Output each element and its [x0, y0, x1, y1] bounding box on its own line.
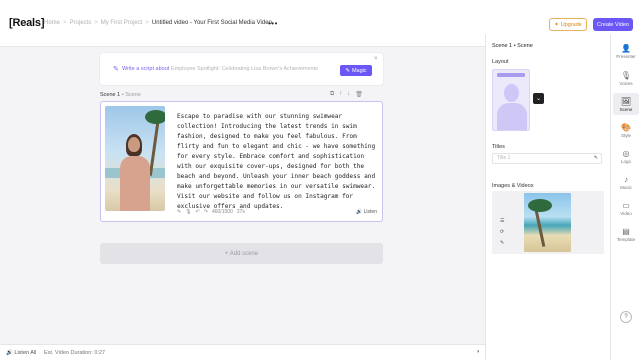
scene-toolbar: ⧉ ↑ ↓ 🗑: [330, 91, 363, 98]
scene-properties-panel: Scene 1 • Scene Layout ⌄ Titles Title 1 …: [485, 34, 610, 360]
magic-wand-icon: ✎: [345, 67, 350, 74]
scene-label: Scene 1 • Scene: [100, 92, 141, 98]
breadcrumb-project[interactable]: My First Project: [101, 20, 143, 26]
undo-icon[interactable]: ↶: [196, 209, 200, 215]
scene-thumbnail[interactable]: [105, 106, 165, 211]
magic-button[interactable]: ✎ Magic: [340, 65, 372, 76]
listen-all-label: Listen All: [14, 349, 37, 356]
settings-icon[interactable]: ◑: [476, 349, 480, 355]
delete-icon[interactable]: 🗑: [355, 91, 363, 98]
scene-duration: 27s: [236, 209, 245, 215]
listen-label: Listen: [363, 209, 377, 215]
scene-number: Scene 1: [100, 92, 121, 98]
rail-item-style[interactable]: 🎨 Style: [613, 119, 639, 141]
side-rail: 👤 Presenter 🎙 Voices 🖼 Scene 🎨 Style ◎ L…: [610, 34, 640, 360]
character-count: 460/1500: [211, 209, 233, 215]
breadcrumb-separator: >: [94, 20, 98, 26]
rail-item-voices[interactable]: 🎙 Voices: [613, 67, 639, 89]
close-icon[interactable]: ×: [374, 56, 378, 62]
more-options-icon[interactable]: •••: [268, 19, 278, 28]
magic-wand-icon[interactable]: ✎: [177, 209, 181, 215]
chevron-down-icon[interactable]: ⌄: [533, 93, 544, 104]
duplicate-icon[interactable]: ⧉: [330, 91, 334, 98]
rail-item-presenter[interactable]: 👤 Presenter: [613, 40, 639, 62]
images-videos-label: Images & Videos: [492, 183, 534, 189]
breadcrumb-separator: >: [145, 20, 149, 26]
scene-script-editor[interactable]: Escape to paradise with our stunning swi…: [177, 112, 377, 212]
rail-label: Logo: [620, 158, 631, 164]
music-icon: ♪: [624, 174, 628, 184]
breadcrumb: Home > Projects > My First Project > Unt…: [44, 20, 272, 26]
listen-button[interactable]: 🔊 Listen: [356, 209, 377, 215]
rail-label: Music: [620, 184, 632, 190]
magic-label: Magic: [351, 67, 367, 74]
breadcrumb-projects[interactable]: Projects: [70, 20, 92, 26]
rail-item-logo[interactable]: ◎ Logo: [613, 145, 639, 167]
scene-sublabel: Scene: [125, 92, 141, 98]
background-image[interactable]: [524, 193, 571, 252]
move-up-icon[interactable]: ↑: [339, 91, 342, 98]
template-icon: ▤: [622, 226, 630, 236]
bottom-bar: 🔊 Listen All Est. Video Duration: 0:27 ◑: [0, 344, 485, 360]
rail-item-template[interactable]: ▤ Template: [613, 223, 639, 245]
sparkle-icon: ✦: [554, 21, 559, 28]
image-icon: 🖼: [620, 96, 632, 106]
titles-label: Titles: [492, 144, 505, 150]
avatar-placeholder: [497, 103, 527, 130]
layout-label: Layout: [492, 59, 509, 65]
breadcrumb-home[interactable]: Home: [44, 20, 60, 26]
script-topic-input[interactable]: Employee Spotlight: Celebrating Lisa Bro…: [171, 66, 318, 72]
script-generator: ✎ Write a script about Employee Spotligh…: [100, 53, 383, 85]
scene-card[interactable]: Escape to paradise with our stunning swi…: [100, 101, 383, 222]
title-input[interactable]: Title 1 ✎: [492, 153, 602, 164]
help-icon[interactable]: ?: [620, 311, 632, 323]
logo-icon: ◎: [622, 148, 630, 158]
magic-wand-icon[interactable]: ✎: [500, 240, 504, 246]
rail-item-video[interactable]: ▭ Video: [613, 197, 639, 219]
palette-icon: 🎨: [621, 122, 631, 132]
script-generator-label: Write a script about: [122, 65, 170, 72]
add-scene-button[interactable]: + Add scene: [100, 243, 383, 264]
rail-label: Style: [620, 132, 631, 138]
rail-label: Scene: [619, 106, 633, 112]
redo-icon[interactable]: ↷: [204, 209, 208, 215]
rail-item-music[interactable]: ♪ Music: [613, 171, 639, 193]
magic-wand-icon[interactable]: ✎: [594, 154, 598, 163]
scene-script-footer: ✎ 🎙 ↶ ↷ 460/1500 27s 🔊 Listen: [177, 207, 377, 217]
presenter-icon: 👤: [621, 43, 631, 53]
microphone-icon[interactable]: 🎙: [185, 209, 191, 215]
microphone-icon: 🎙: [620, 70, 632, 80]
breadcrumb-separator: >: [63, 20, 67, 26]
panel-title: Scene 1 • Scene: [492, 43, 533, 49]
title-placeholder: Title 1: [497, 155, 511, 161]
rail-label: Template: [616, 236, 636, 242]
create-video-button[interactable]: Create Video: [593, 18, 633, 31]
move-down-icon[interactable]: ↓: [347, 91, 350, 98]
replace-icon[interactable]: ⟳: [500, 229, 504, 235]
layout-preview[interactable]: [492, 69, 530, 131]
media-box: ☰ ⟳ ✎: [492, 191, 604, 254]
upgrade-label: Upgrade: [560, 21, 582, 28]
video-title[interactable]: Untitled video - Your First Social Media…: [152, 20, 272, 26]
rail-item-scene[interactable]: 🖼 Scene: [613, 93, 639, 115]
video-icon: ▭: [622, 200, 630, 210]
presenter-avatar: [120, 156, 150, 211]
rail-label: Voices: [619, 80, 633, 86]
media-tools: ☰ ⟳ ✎: [500, 218, 504, 246]
app-logo[interactable]: [Reals]: [9, 17, 44, 29]
rail-label: Video: [620, 210, 632, 216]
adjust-icon[interactable]: ☰: [500, 218, 504, 224]
speaker-icon: 🔊: [356, 209, 363, 215]
listen-all-button[interactable]: 🔊 Listen All: [6, 350, 36, 356]
magic-wand-icon: ✎: [113, 66, 119, 73]
rail-label: Presenter: [616, 53, 636, 59]
speaker-icon: 🔊: [6, 349, 13, 356]
upgrade-button[interactable]: ✦ Upgrade: [549, 18, 587, 31]
estimated-duration: Est. Video Duration: 0:27: [44, 349, 106, 356]
